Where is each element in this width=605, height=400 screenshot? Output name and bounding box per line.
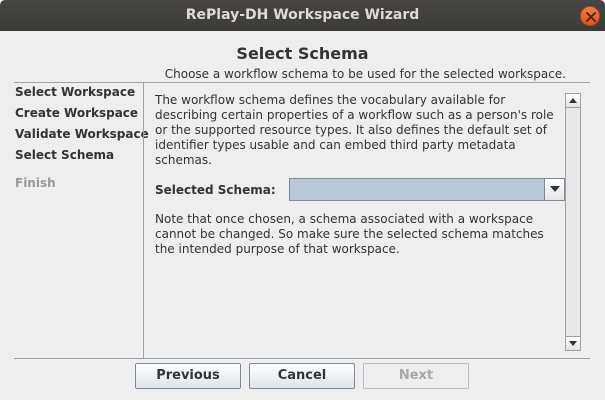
schema-description: The workflow schema defines the vocabula… xyxy=(155,93,554,167)
steps-divider xyxy=(143,83,144,358)
wizard-window: Select Schema Choose a workflow schema t… xyxy=(0,31,605,400)
close-icon xyxy=(586,12,596,22)
close-button[interactable] xyxy=(580,6,600,26)
header-divider xyxy=(14,82,590,83)
arrow-down-icon xyxy=(569,341,577,346)
arrow-up-icon xyxy=(569,98,577,103)
title-bar: RePlay-DH Workspace Wizard xyxy=(0,0,605,31)
previous-button[interactable]: Previous xyxy=(135,363,241,389)
scroll-down-button[interactable] xyxy=(566,336,580,350)
schema-label: Selected Schema: xyxy=(155,183,276,197)
page-title: Select Schema xyxy=(236,44,369,63)
step-validate-workspace: Validate Workspace xyxy=(15,127,149,141)
content-scrollbar[interactable] xyxy=(565,93,581,351)
page-subtitle: Choose a workflow schema to be used for … xyxy=(164,67,566,81)
cancel-button[interactable]: Cancel xyxy=(249,363,355,389)
schema-dropdown[interactable] xyxy=(289,178,565,201)
window-title: RePlay-DH Workspace Wizard xyxy=(185,7,420,23)
schema-note: Note that once chosen, a schema associat… xyxy=(155,212,544,256)
step-select-workspace: Select Workspace xyxy=(15,85,136,99)
chevron-down-icon xyxy=(550,186,560,192)
footer-divider xyxy=(14,358,590,359)
step-create-workspace: Create Workspace xyxy=(15,106,139,120)
dropdown-button[interactable] xyxy=(544,179,564,200)
step-finish: Finish xyxy=(15,176,56,190)
next-button[interactable]: Next xyxy=(363,363,469,389)
scroll-up-button[interactable] xyxy=(566,94,580,108)
step-select-schema: Select Schema xyxy=(15,148,115,162)
